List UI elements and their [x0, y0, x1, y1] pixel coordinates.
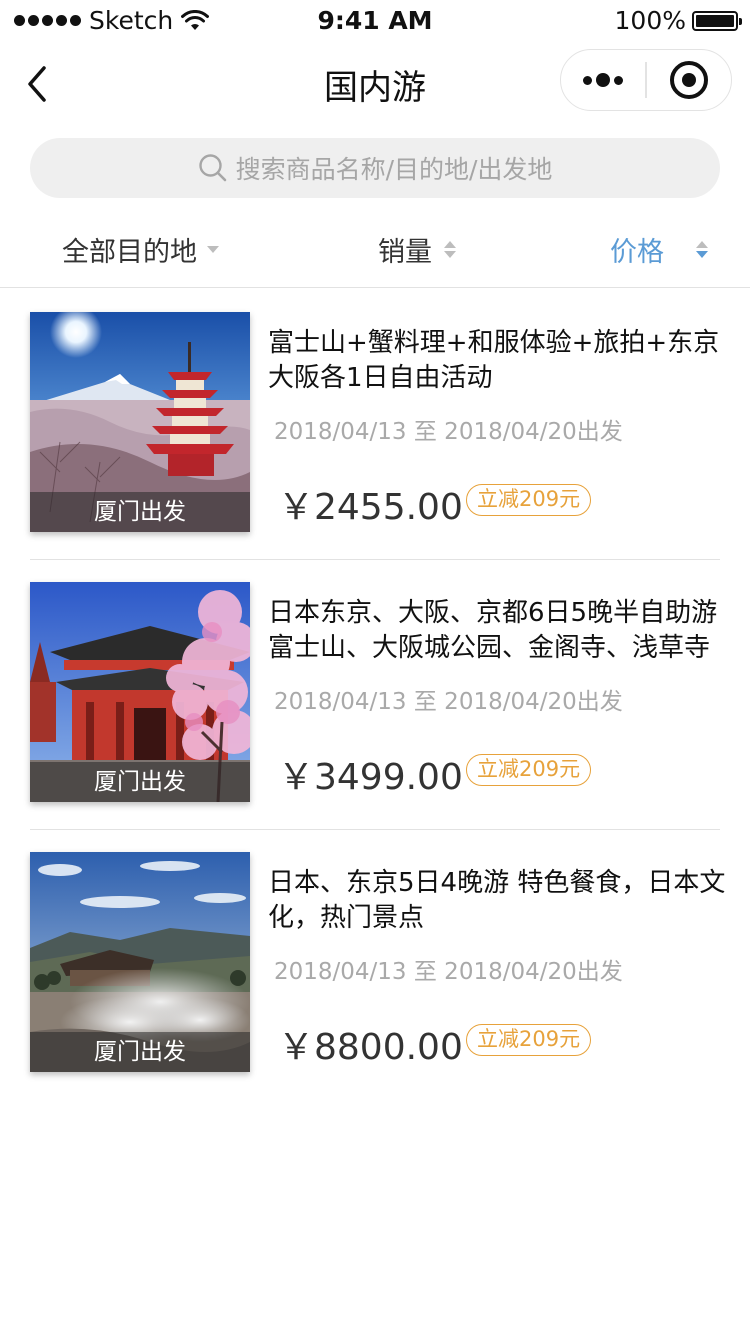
status-right: 100% [614, 6, 742, 35]
filter-sales[interactable]: 销量 [378, 230, 456, 269]
product-item[interactable]: 厦门出发 日本东京、大阪、京都6日5晚半自助游 富士山、大阪城公园、金阁寺、浅草… [0, 560, 750, 830]
departure-tag: 厦门出发 [30, 762, 250, 802]
filter-bar: 全部目的地 销量 价格 [0, 212, 750, 288]
product-title: 富士山+蟹料理+和服体验+旅拍+东京大阪各1日自由活动 [268, 328, 720, 393]
product-dates: 2018/04/13 至 2018/04/20出发 [274, 959, 623, 985]
product-dates: 2018/04/13 至 2018/04/20出发 [274, 689, 623, 715]
battery-icon [692, 10, 742, 31]
filter-price-label: 价格 [610, 237, 664, 268]
filter-sales-label: 销量 [378, 237, 432, 268]
product-price: ￥8800.00 [278, 1027, 463, 1068]
target-icon [669, 61, 708, 99]
search-input[interactable]: 搜索商品名称/目的地/出发地 [30, 138, 720, 198]
sort-icon [444, 241, 456, 258]
battery-percent: 100% [614, 6, 686, 35]
close-mini-program-button[interactable] [647, 50, 731, 110]
product-image: 厦门出发 [30, 582, 250, 802]
filter-destination[interactable]: 全部目的地 [62, 230, 219, 269]
product-title: 日本、东京5日4晚游 特色餐食，日本文化，热门景点 [268, 868, 726, 933]
product-list: 厦门出发 富士山+蟹料理+和服体验+旅拍+东京大阪各1日自由活动 2018/04… [0, 290, 750, 1100]
search-placeholder: 搜索商品名称/目的地/出发地 [235, 155, 553, 184]
product-item[interactable]: 厦门出发 富士山+蟹料理+和服体验+旅拍+东京大阪各1日自由活动 2018/04… [0, 290, 750, 560]
product-image: 厦门出发 [30, 312, 250, 532]
search-icon [198, 154, 226, 182]
sort-descending-icon [696, 241, 708, 258]
product-image: 厦门出发 [30, 852, 250, 1072]
dropdown-arrow-icon [207, 246, 219, 253]
filter-price[interactable]: 价格 [610, 230, 708, 269]
status-bar: Sketch 9:41 AM 100% [0, 0, 750, 40]
discount-badge: 立减209元 [466, 484, 592, 516]
departure-tag: 厦门出发 [30, 492, 250, 532]
product-item[interactable]: 厦门出发 日本、东京5日4晚游 特色餐食，日本文化，热门景点 2018/04/1… [0, 830, 750, 1100]
product-price: ￥2455.00 [278, 487, 463, 528]
discount-badge: 立减209元 [466, 1024, 592, 1056]
departure-tag: 厦门出发 [30, 1032, 250, 1072]
navigation-bar: 国内游 [0, 40, 750, 128]
filter-destination-label: 全部目的地 [62, 237, 197, 268]
product-price: ￥3499.00 [278, 757, 463, 798]
product-title: 日本东京、大阪、京都6日5晚半自助游 富士山、大阪城公园、金阁寺、浅草寺 [268, 598, 728, 663]
more-menu-button[interactable] [561, 50, 645, 110]
discount-badge: 立减209元 [466, 754, 592, 786]
mini-program-capsule [560, 49, 732, 111]
product-dates: 2018/04/13 至 2018/04/20出发 [274, 419, 623, 445]
